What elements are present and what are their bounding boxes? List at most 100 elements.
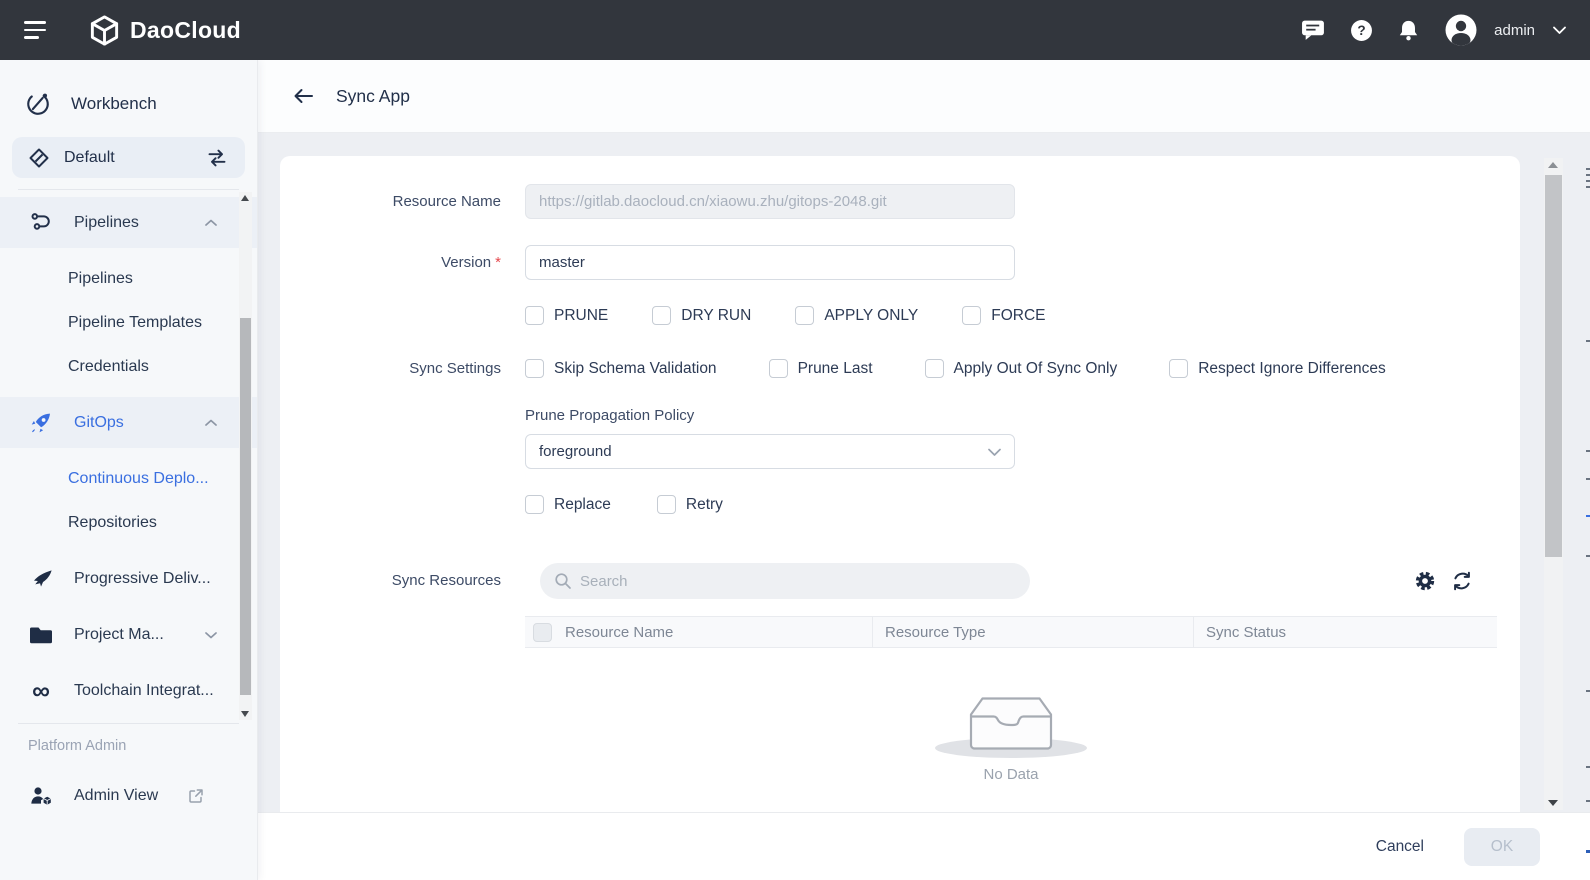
chevron-down-icon — [988, 448, 1001, 456]
checkbox-box[interactable] — [652, 306, 671, 325]
select-all-checkbox[interactable] — [533, 623, 552, 642]
workspace-selector[interactable]: Default — [12, 137, 245, 178]
sidebar-item-progressive-delivery[interactable]: Progressive Deliv... — [0, 551, 257, 607]
refresh-button[interactable] — [1451, 570, 1473, 592]
divider — [18, 189, 239, 190]
checkbox-dry-run[interactable]: DRY RUN — [652, 306, 751, 325]
sidebar-item-pipelines[interactable]: Pipelines — [0, 257, 257, 301]
checkbox-force[interactable]: FORCE — [962, 306, 1045, 325]
notifications-button[interactable] — [1397, 19, 1420, 42]
resources-table-header: Resource Name Resource Type Sync Status — [525, 616, 1497, 648]
checkbox-skip-schema-validation[interactable]: Skip Schema Validation — [525, 359, 717, 378]
column-header: Resource Name — [565, 624, 673, 641]
checkbox-box[interactable] — [525, 306, 544, 325]
user-menu[interactable] — [1444, 13, 1478, 47]
scroll-down-arrow[interactable] — [241, 711, 249, 717]
avatar — [1444, 13, 1478, 47]
select-value: foreground — [539, 443, 612, 460]
empty-state: No Data — [525, 648, 1497, 783]
bird-icon — [28, 567, 54, 592]
checkbox-prune-last[interactable]: Prune Last — [769, 359, 873, 378]
scroll-up-arrow[interactable] — [1548, 162, 1558, 168]
sidebar-item-pipeline-templates[interactable]: Pipeline Templates — [0, 301, 257, 345]
sync-app-form-card: Resource Name Version* PRUNE DRY RUN APP… — [280, 156, 1520, 812]
infinity-icon: ∞ — [28, 681, 54, 701]
resource-name-label: Resource Name — [280, 193, 525, 210]
messages-button[interactable] — [1301, 19, 1326, 41]
checkbox-box[interactable] — [525, 495, 544, 514]
chevron-up-icon — [205, 419, 217, 426]
daocloud-cube-icon — [88, 14, 121, 47]
scroll-down-arrow[interactable] — [1548, 800, 1558, 806]
sidebar-item-admin-view[interactable]: Admin View — [0, 768, 257, 824]
external-link-icon — [188, 788, 204, 804]
checkbox-box[interactable] — [925, 359, 944, 378]
scrollbar-thumb[interactable] — [240, 318, 251, 695]
sidebar: Workbench Default — [0, 60, 258, 880]
refresh-icon — [1451, 570, 1473, 592]
checkbox-box[interactable] — [1169, 359, 1188, 378]
switch-workspace-button[interactable] — [205, 148, 229, 168]
workspace-icon — [28, 147, 50, 169]
version-input[interactable] — [525, 245, 1015, 280]
resources-toolbar — [525, 563, 1497, 599]
sidebar-scrollbar[interactable] — [239, 192, 252, 720]
menu-toggle-button[interactable] — [24, 21, 48, 38]
scroll-region: Resource Name Version* PRUNE DRY RUN APP… — [258, 133, 1590, 812]
checkbox-box[interactable] — [795, 306, 814, 325]
prune-policy-label-row: Prune Propagation Policy — [280, 407, 1520, 424]
search-icon — [554, 572, 572, 590]
chevron-up-icon — [205, 219, 217, 226]
sidebar-item-project-management[interactable]: Project Ma... — [0, 607, 257, 663]
search-input[interactable] — [580, 573, 1016, 590]
checkbox-box[interactable] — [769, 359, 788, 378]
version-row: Version* — [280, 245, 1520, 280]
help-button[interactable]: ? — [1350, 19, 1373, 42]
resource-search[interactable] — [540, 563, 1030, 599]
page-header: Sync App — [258, 60, 1590, 133]
content-scrollbar[interactable] — [1544, 158, 1563, 810]
back-button[interactable] — [292, 88, 314, 104]
checkbox-retry[interactable]: Retry — [657, 495, 723, 514]
checkbox-box[interactable] — [657, 495, 676, 514]
scrollbar-thumb[interactable] — [1545, 175, 1562, 557]
folder-icon — [28, 623, 54, 647]
item-label: Admin View — [74, 787, 158, 805]
svg-text:?: ? — [1357, 23, 1365, 38]
checkbox-respect-ignore-differences[interactable]: Respect Ignore Differences — [1169, 359, 1386, 378]
user-menu-caret[interactable] — [1553, 26, 1566, 34]
sidebar-item-toolchain-integration[interactable]: ∞ Toolchain Integrat... — [0, 663, 257, 719]
sidebar-item-repositories[interactable]: Repositories — [0, 501, 257, 545]
column-settings-button[interactable] — [1414, 570, 1436, 592]
sidebar-group-gitops[interactable]: GitOps — [0, 397, 257, 448]
empty-text: No Data — [983, 766, 1038, 783]
checkbox-apply-out-of-sync-only[interactable]: Apply Out Of Sync Only — [925, 359, 1118, 378]
checkbox-prune[interactable]: PRUNE — [525, 306, 608, 325]
chat-icon — [1301, 19, 1326, 41]
resource-name-row: Resource Name — [280, 184, 1520, 219]
sidebar-group-pipelines[interactable]: Pipelines — [0, 197, 257, 248]
scroll-up-arrow[interactable] — [241, 195, 249, 201]
checkbox-box[interactable] — [525, 359, 544, 378]
pipelines-icon — [28, 210, 54, 235]
sidebar-item-credentials[interactable]: Credentials — [0, 345, 257, 389]
brand-logo[interactable]: DaoCloud — [88, 14, 241, 47]
column-header: Sync Status — [1193, 617, 1497, 647]
checkbox-apply-only[interactable]: APPLY ONLY — [795, 306, 918, 325]
checkbox-replace[interactable]: Replace — [525, 495, 611, 514]
checkbox-box[interactable] — [962, 306, 981, 325]
question-mark-icon: ? — [1350, 19, 1373, 42]
workbench-label: Workbench — [71, 94, 157, 114]
sidebar-item-workbench[interactable]: Workbench — [0, 80, 257, 128]
sidebar-item-continuous-deployment[interactable]: Continuous Deplo... — [0, 457, 257, 501]
brand-name: DaoCloud — [130, 17, 241, 44]
cancel-button[interactable]: Cancel — [1364, 830, 1436, 864]
sync-settings-row: Sync Settings Skip Schema Validation Pru… — [280, 359, 1520, 378]
workbench-icon — [25, 90, 51, 118]
main-content: Sync App Resource Name Version* PRUNE DR… — [258, 60, 1590, 880]
prune-propagation-policy-select[interactable]: foreground — [525, 434, 1015, 469]
sync-resources-row: Sync Resources — [280, 563, 1520, 648]
top-navbar: DaoCloud ? — [0, 0, 1590, 60]
group-label: Pipelines — [74, 214, 139, 232]
ok-button[interactable]: OK — [1464, 828, 1540, 866]
